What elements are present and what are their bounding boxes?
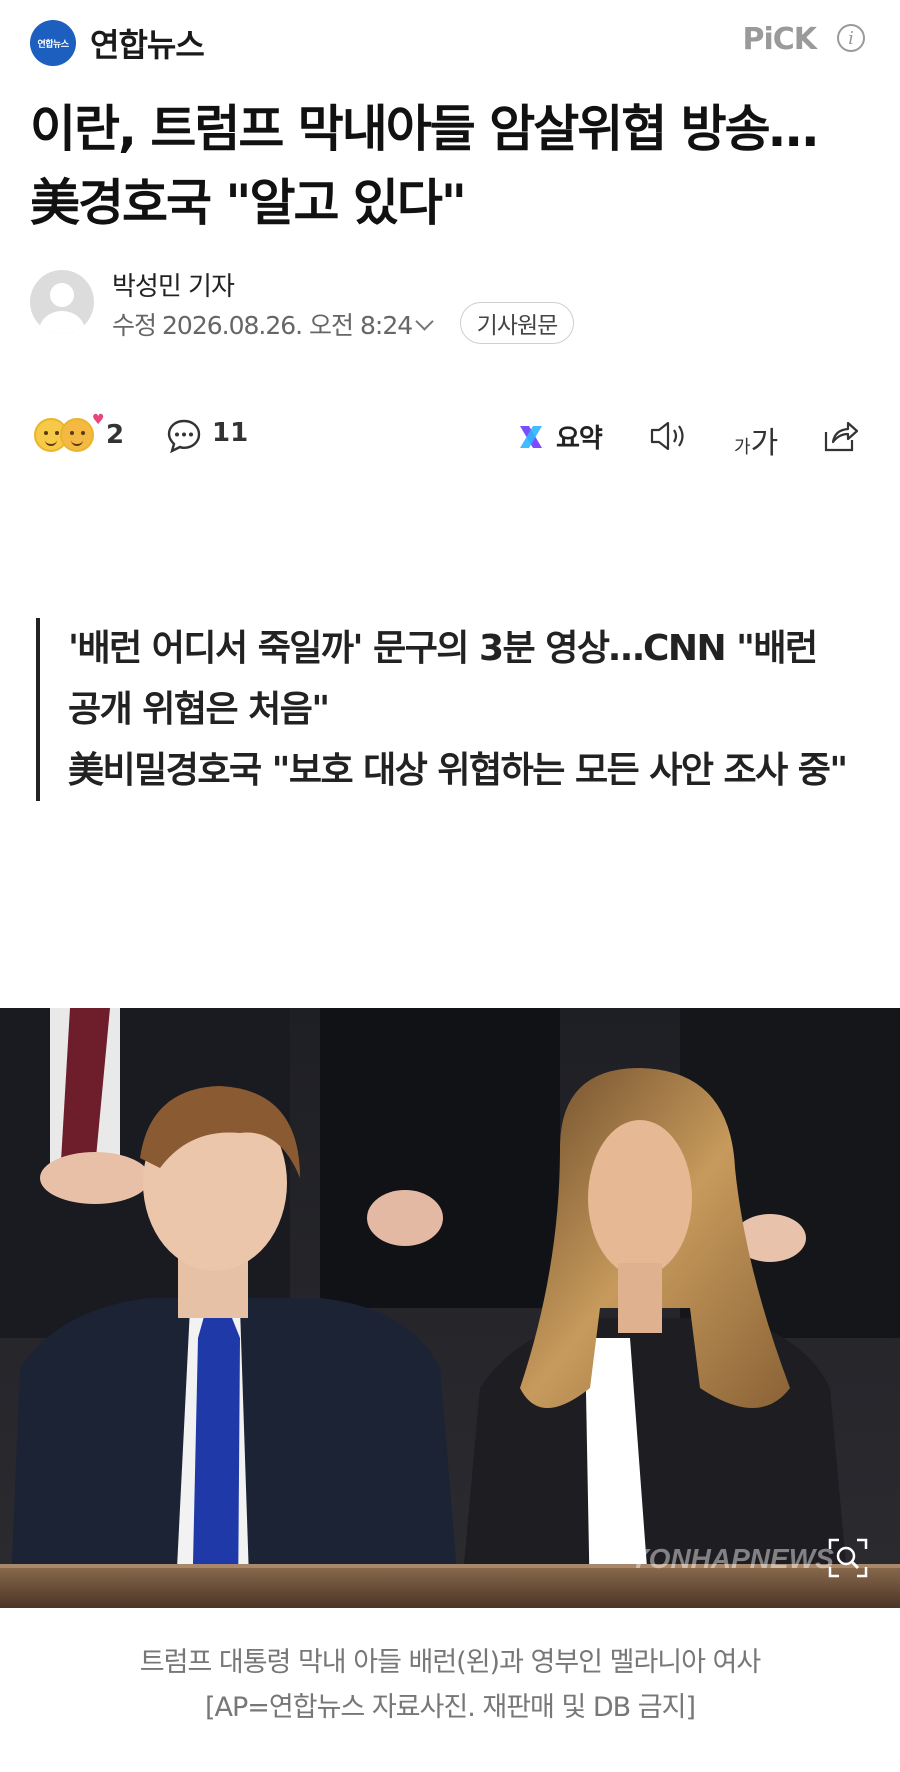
photo-illustration: YONHAPNEWS: [0, 1008, 900, 1608]
caption-line: 트럼프 대통령 막내 아들 배런(왼)과 영부인 멜라니아 여사: [139, 1647, 761, 1678]
share-icon[interactable]: [820, 418, 860, 454]
reaction-count: 2: [106, 420, 125, 450]
zoom-icon[interactable]: [826, 1536, 870, 1580]
speaker-icon[interactable]: [648, 418, 692, 454]
subheadline-line: 美비밀경호국 "보호 대상 위협하는 모든 사안 조사 중": [68, 750, 848, 791]
font-size-small-label: 가: [734, 437, 751, 458]
font-size-button[interactable]: 가가: [734, 418, 778, 462]
caption-line: [AP=연합뉴스 자료사진. 재판매 및 DB 금지]: [204, 1692, 696, 1723]
surprised-emoji-icon: [60, 418, 94, 452]
heart-icon: ♥: [92, 412, 105, 428]
top-bar: 연합뉴스 연합뉴스 PiCK i: [0, 0, 900, 90]
article-date: 2026.08.26. 오전 8:24: [162, 311, 413, 340]
avatar-body: [39, 311, 85, 334]
subheadline-line: '배런 어디서 죽일까' 문구의 3분 영상…CNN "배런 공개 위협은 처음…: [68, 628, 818, 730]
pick-label: PiCK: [742, 22, 817, 57]
photo-caption: 트럼프 대통령 막내 아들 배런(왼)과 영부인 멜라니아 여사 [AP=연합뉴…: [0, 1640, 900, 1730]
font-size-big-label: 가: [750, 426, 779, 461]
original-article-button[interactable]: 기사원문: [460, 302, 574, 344]
press-logo[interactable]: 연합뉴스: [30, 20, 76, 66]
article-subheadline: '배런 어디서 죽일까' 문구의 3분 영상…CNN "배런 공개 위협은 처음…: [36, 618, 858, 801]
article-photo[interactable]: YONHAPNEWS: [0, 1008, 900, 1608]
avatar[interactable]: [30, 270, 94, 334]
comment-icon[interactable]: [166, 418, 202, 454]
info-icon[interactable]: i: [837, 24, 865, 52]
reaction-button[interactable]: ♥ 2: [34, 412, 125, 452]
article-date-row[interactable]: 수정 2026.08.26. 오전 8:24: [112, 306, 434, 342]
comment-count[interactable]: 11: [212, 418, 248, 448]
photo-watermark: YONHAPNEWS: [630, 1543, 834, 1574]
press-name[interactable]: 연합뉴스: [90, 20, 205, 66]
ai-summary-icon: [520, 425, 542, 448]
avatar-head: [50, 283, 74, 307]
chevron-down-icon[interactable]: [415, 311, 434, 331]
author-name[interactable]: 박성민 기자: [112, 266, 235, 303]
summary-button[interactable]: 요약: [516, 418, 603, 455]
article-headline: 이란, 트럼프 막내아들 암살위협 방송…美경호국 "알고 있다": [30, 100, 819, 232]
modified-label: 수정: [112, 311, 157, 340]
summary-label: 요약: [556, 424, 603, 454]
